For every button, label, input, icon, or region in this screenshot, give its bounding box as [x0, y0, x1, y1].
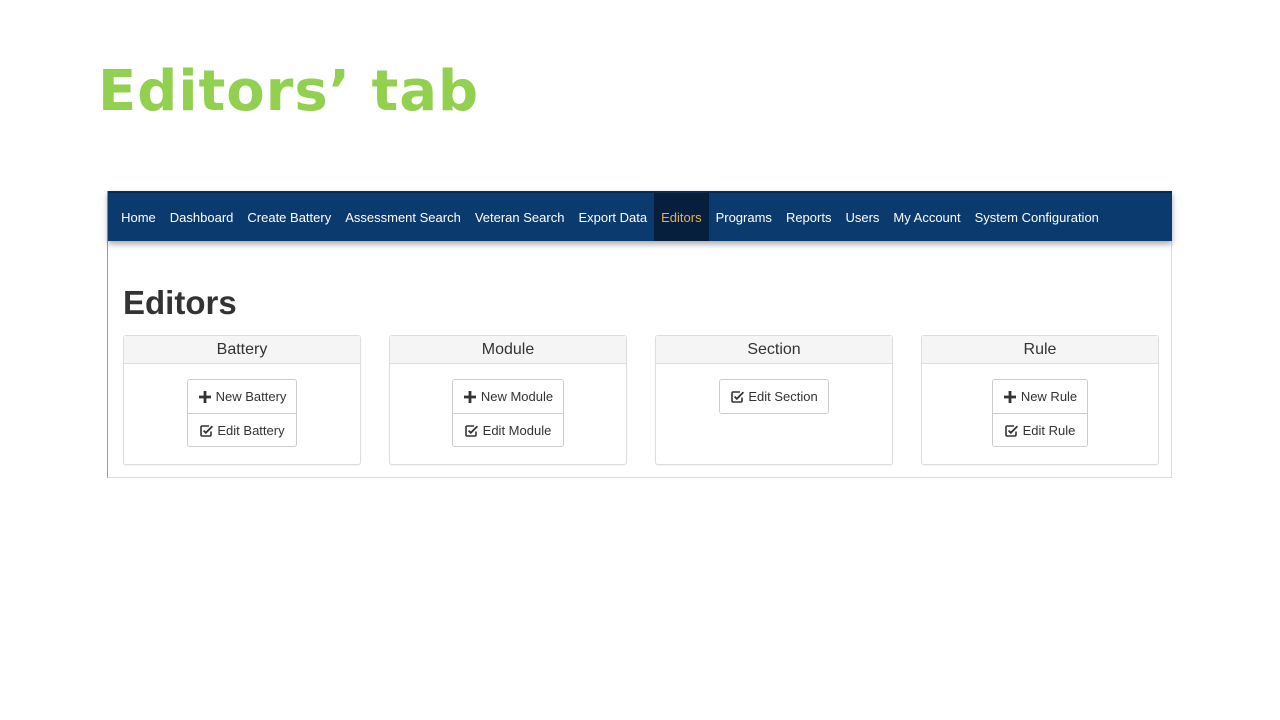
panel-title: Rule	[922, 336, 1158, 364]
page-title: Editors	[123, 284, 237, 321]
nav-item-system-configuration[interactable]: System Configuration	[968, 193, 1106, 241]
panel-section: Section Edit Section	[655, 335, 893, 465]
plus-icon	[463, 390, 477, 404]
module-button-group: New Module Edit Module	[451, 379, 565, 447]
panel-title: Section	[656, 336, 892, 364]
button-label: New Rule	[1020, 389, 1078, 404]
button-label: Edit Battery	[217, 422, 285, 438]
nav-item-export-data[interactable]: Export Data	[571, 193, 654, 241]
rule-button-group: New Rule Edit Rule	[991, 379, 1089, 447]
nav-item-veteran-search[interactable]: Veteran Search	[468, 193, 572, 241]
button-label: Edit Module	[482, 422, 552, 438]
edit-icon	[465, 423, 479, 437]
nav-item-create-battery[interactable]: Create Battery	[240, 193, 338, 241]
app-screenshot: Home Dashboard Create Battery Assessment…	[107, 191, 1172, 478]
button-label: Edit Section	[748, 389, 818, 404]
battery-button-group: New Battery Edit Battery	[186, 379, 298, 447]
edit-rule-button[interactable]: Edit Rule	[992, 413, 1088, 446]
edit-module-button[interactable]: Edit Module	[452, 413, 564, 446]
panel-title: Module	[390, 336, 626, 364]
new-rule-button[interactable]: New Rule	[992, 380, 1088, 413]
panel-module: Module New Module Edit Module	[389, 335, 627, 465]
panel-title: Battery	[124, 336, 360, 364]
nav-item-dashboard[interactable]: Dashboard	[163, 193, 241, 241]
nav-item-editors[interactable]: Editors	[654, 193, 709, 241]
edit-section-button[interactable]: Edit Section	[720, 380, 828, 413]
edit-icon	[730, 390, 744, 404]
nav-item-programs[interactable]: Programs	[709, 193, 779, 241]
new-module-button[interactable]: New Module	[452, 380, 564, 413]
nav-item-users[interactable]: Users	[838, 193, 886, 241]
button-label: New Battery	[215, 389, 287, 404]
slide-title: Editors’ tab	[98, 59, 480, 124]
nav-item-my-account[interactable]: My Account	[886, 193, 967, 241]
nav-item-home[interactable]: Home	[114, 193, 163, 241]
nav-item-assessment-search[interactable]: Assessment Search	[338, 193, 468, 241]
nav-item-reports[interactable]: Reports	[779, 193, 839, 241]
edit-icon	[199, 423, 213, 437]
plus-icon	[1003, 390, 1017, 404]
section-button-group: Edit Section	[719, 379, 829, 414]
panel-rule: Rule New Rule Edit Rule	[921, 335, 1159, 465]
plus-icon	[198, 390, 212, 404]
edit-icon	[1005, 423, 1019, 437]
button-label: Edit Rule	[1022, 422, 1076, 438]
new-battery-button[interactable]: New Battery	[187, 380, 297, 413]
main-navbar: Home Dashboard Create Battery Assessment…	[108, 191, 1172, 241]
panel-battery: Battery New Battery Edit Battery	[123, 335, 361, 465]
edit-battery-button[interactable]: Edit Battery	[187, 413, 297, 446]
button-label: New Module	[480, 389, 554, 404]
